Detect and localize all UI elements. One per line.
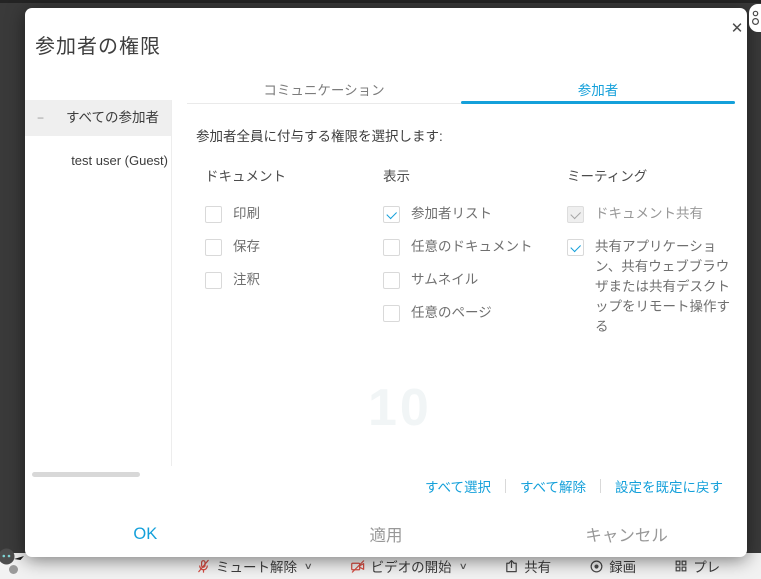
checkbox-label: 任意のドキュメント	[411, 237, 533, 257]
permission-checkbox-row[interactable]: 任意のページ	[383, 305, 561, 323]
chevron-down-icon[interactable]: ∨	[304, 561, 313, 572]
sidebar-divider	[171, 100, 172, 466]
permission-column: ミーティングドキュメント共有共有アプリケーション、共有ウェブブラウザまたは共有デ…	[567, 165, 737, 352]
permission-checkbox-row[interactable]: 印刷	[205, 206, 373, 224]
share-icon	[504, 559, 519, 574]
active-tab-underline	[461, 101, 735, 104]
grid-icon	[674, 559, 688, 573]
checkbox-unchecked[interactable]	[205, 206, 222, 223]
close-icon[interactable]: ✕	[725, 17, 749, 41]
column-header: ドキュメント	[205, 165, 373, 185]
page-number-watermark: 10	[368, 378, 432, 438]
sidebar-horizontal-scrollbar[interactable]	[32, 472, 140, 477]
checkbox-unchecked[interactable]	[205, 272, 222, 289]
checkbox-label: サムネイル	[411, 270, 478, 290]
participant-list: − すべての参加者 test user (Guest)	[25, 100, 172, 173]
checkbox-unchecked[interactable]	[205, 239, 222, 256]
checkbox-label: 参加者リスト	[411, 204, 492, 224]
cursor-arrow	[14, 550, 26, 568]
apply-button[interactable]: 適用	[266, 522, 507, 546]
toolbar-button-label: 共有	[524, 556, 551, 576]
cancel-button[interactable]: キャンセル	[506, 522, 747, 546]
mic-off-icon	[196, 559, 211, 574]
checkbox-label: 任意のページ	[411, 303, 492, 323]
dialog-footer: OK適用キャンセル	[25, 511, 747, 557]
checkbox-label: 注釈	[233, 270, 260, 290]
permission-checkbox-row: ドキュメント共有	[567, 206, 737, 224]
action-links: すべて選択すべて解除設定を既定に戻す	[411, 476, 723, 496]
clear-all-link[interactable]: すべて解除	[506, 476, 600, 496]
toolbar-unmute-button[interactable]: ミュート解除 ∨	[196, 556, 312, 576]
permission-checkbox-row[interactable]: 参加者リスト	[383, 206, 561, 224]
chevron-down-icon[interactable]: ∨	[458, 561, 467, 572]
sidebar-item-label: test user (Guest)	[71, 153, 168, 168]
checkbox-checked	[567, 206, 584, 223]
window-top-edge	[0, 0, 761, 3]
permission-checkbox-row[interactable]: サムネイル	[383, 272, 561, 290]
checkbox-unchecked[interactable]	[383, 272, 400, 289]
checkbox-unchecked[interactable]	[383, 239, 400, 256]
checkbox-label: 共有アプリケーション、共有ウェブブラウザまたは共有デスクトップをリモート操作する	[595, 237, 737, 337]
ok-button[interactable]: OK	[25, 525, 266, 544]
permission-column: ドキュメント印刷保存注釈	[205, 165, 373, 305]
sidebar-item-test-user[interactable]: test user (Guest)	[25, 149, 172, 173]
permission-checkbox-row[interactable]: 任意のドキュメント	[383, 239, 561, 257]
select-all-link[interactable]: すべて選択	[411, 476, 505, 496]
sidebar-item-all-participants[interactable]: − すべての参加者	[25, 100, 172, 136]
participant-privileges-dialog: 参加者の権限 ✕ − すべての参加者 test user (Guest) コミュニケ…	[25, 8, 747, 557]
toolbar-button-label: ミュート解除	[216, 556, 297, 576]
dialog-title: 参加者の権限	[35, 30, 161, 59]
toolbar-presentation-button[interactable]: プレ	[674, 556, 720, 576]
column-header: 表示	[383, 165, 561, 185]
record-icon	[589, 559, 604, 574]
permission-checkbox-row[interactable]: 注釈	[205, 272, 373, 290]
checkbox-label: 印刷	[233, 204, 260, 224]
reset-defaults-link[interactable]: 設定を既定に戻す	[601, 476, 723, 496]
edge-peek-panel-icon[interactable]	[749, 4, 761, 32]
checkbox-checked[interactable]	[383, 206, 400, 223]
permission-checkbox-row[interactable]: 共有アプリケーション、共有ウェブブラウザまたは共有デスクトップをリモート操作する	[567, 239, 737, 337]
toolbar-button-label: 録画	[609, 556, 636, 576]
toolbar-button-label: プレ	[693, 556, 720, 576]
checkbox-checked[interactable]	[567, 239, 584, 256]
checkbox-unchecked[interactable]	[383, 305, 400, 322]
toolbar-start-video-button[interactable]: ビデオの開始 ∨	[350, 556, 467, 576]
toolbar-record-button[interactable]: 録画	[589, 556, 636, 576]
toolbar-share-button[interactable]: 共有	[504, 556, 551, 576]
sidebar-item-label: すべての参加者	[66, 110, 159, 125]
column-header: ミーティング	[567, 165, 737, 185]
tab-communication[interactable]: コミュニケーション	[187, 80, 461, 104]
video-off-icon	[350, 559, 366, 574]
toolbar-button-label: ビデオの開始	[371, 556, 452, 576]
checkbox-label: ドキュメント共有	[595, 204, 703, 224]
permission-column: 表示参加者リスト任意のドキュメントサムネイル任意のページ	[383, 165, 561, 338]
permission-checkbox-row[interactable]: 保存	[205, 239, 373, 257]
collapse-icon[interactable]: −	[37, 100, 44, 136]
instruction-text: 参加者全員に付与する権限を選択します:	[196, 125, 443, 145]
checkbox-label: 保存	[233, 237, 260, 257]
